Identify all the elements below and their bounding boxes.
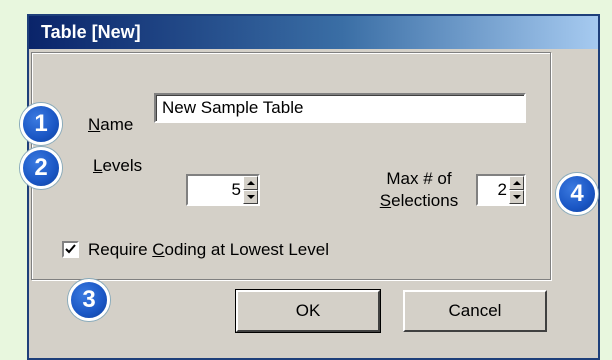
levels-up-button[interactable]: [243, 176, 258, 190]
max-selections-up-button[interactable]: [509, 176, 524, 190]
ok-button[interactable]: OK: [235, 289, 381, 333]
dialog-title: Table [New]: [41, 22, 141, 42]
max-selections-label: Max # of Selections: [379, 169, 459, 210]
levels-value[interactable]: 5: [188, 176, 243, 204]
arrow-down-icon: [246, 195, 255, 199]
cancel-button[interactable]: Cancel: [403, 290, 547, 332]
checkmark-icon: [65, 244, 76, 254]
title-bar[interactable]: Table [New]: [29, 16, 598, 49]
arrow-down-icon: [512, 195, 521, 199]
callout-badge-3: 3: [68, 279, 110, 321]
arrow-up-icon: [512, 181, 521, 185]
name-input[interactable]: [154, 93, 526, 123]
max-selections-down-button[interactable]: [509, 190, 524, 204]
max-selections-stepper[interactable]: 2: [476, 174, 526, 206]
levels-label: Levels: [93, 156, 143, 175]
max-selections-value[interactable]: 2: [478, 176, 509, 204]
arrow-up-icon: [246, 181, 255, 185]
require-coding-checkbox[interactable]: [62, 241, 79, 258]
name-label: Name: [88, 115, 134, 134]
require-coding-label[interactable]: Require Coding at Lowest Level: [88, 240, 329, 260]
callout-badge-2: 2: [20, 147, 62, 189]
callout-badge-1: 1: [20, 103, 62, 145]
callout-badge-4: 4: [556, 173, 598, 215]
levels-stepper[interactable]: 5: [186, 174, 260, 206]
levels-down-button[interactable]: [243, 190, 258, 204]
